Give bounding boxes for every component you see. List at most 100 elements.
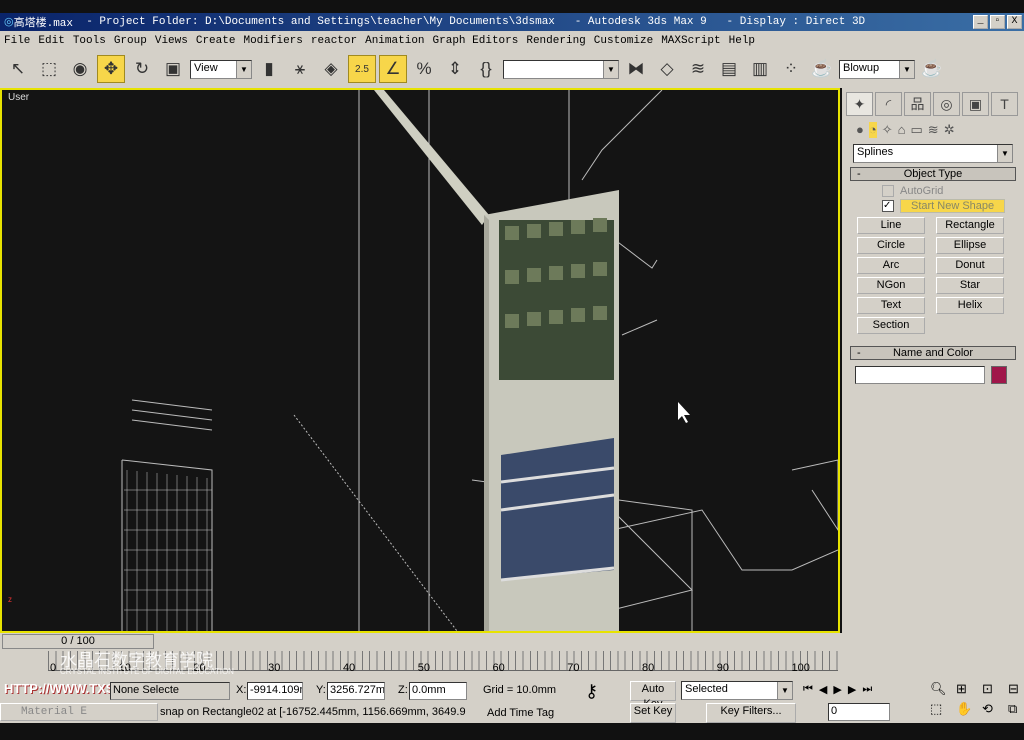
window-crossing-icon[interactable]: ◉ <box>66 55 94 83</box>
object-name-input[interactable] <box>855 366 985 384</box>
star-button[interactable]: Star <box>936 277 1004 294</box>
menu-help[interactable]: Help <box>725 35 759 47</box>
lights-icon[interactable]: ✧ <box>882 122 893 138</box>
align-tool-icon[interactable]: ◇ <box>653 55 681 83</box>
minimized-material-editor[interactable]: Material E <box>0 703 158 721</box>
menu-customize[interactable]: Customize <box>590 35 657 47</box>
arc-button[interactable]: Arc <box>857 257 925 274</box>
render-scene-icon[interactable]: ☕ <box>808 55 836 83</box>
ellipse-button[interactable]: Ellipse <box>936 237 1004 254</box>
snap-toggle-icon[interactable]: 2.5 <box>348 55 376 83</box>
spinner-snap-icon[interactable]: ⇕ <box>441 55 469 83</box>
play-icon[interactable]: ▶ <box>833 683 841 696</box>
move-icon[interactable]: ✥ <box>97 55 125 83</box>
motion-tab-icon[interactable]: ◎ <box>933 92 960 116</box>
reference-coord-dropdown[interactable]: View <box>190 59 252 79</box>
selection-status: None Selecte <box>110 682 230 700</box>
pan-icon[interactable]: ✋ <box>956 701 978 717</box>
start-new-shape-label[interactable]: Start New Shape <box>900 199 1006 213</box>
z-coord-input[interactable]: 0.0mm <box>409 682 467 700</box>
percent-snap-icon[interactable]: % <box>410 55 438 83</box>
ngon-button[interactable]: NGon <box>857 277 925 294</box>
menu-rendering[interactable]: Rendering <box>522 35 589 47</box>
material-editor-icon[interactable]: ⁘ <box>777 55 805 83</box>
prev-frame-icon[interactable]: ◀ <box>819 683 827 696</box>
pivot-icon[interactable]: ▮ <box>255 55 283 83</box>
menu-group[interactable]: Group <box>110 35 151 47</box>
restore-button[interactable]: ▫ <box>990 15 1005 29</box>
mirror-icon[interactable]: ⧓ <box>622 55 650 83</box>
geometry-icon[interactable]: ● <box>856 122 864 138</box>
rectangle-button[interactable]: Rectangle <box>936 217 1004 234</box>
cameras-icon[interactable]: ⌂ <box>898 122 906 138</box>
shapes-icon[interactable]: ◔ <box>868 122 877 138</box>
menu-maxscript[interactable]: MAXScript <box>657 35 724 47</box>
menu-views[interactable]: Views <box>151 35 192 47</box>
curve-editor-icon[interactable]: ▤ <box>715 55 743 83</box>
create-tab-icon[interactable]: ✦ <box>846 92 873 116</box>
modify-tab-icon[interactable]: ◜ <box>875 92 902 116</box>
set-key-button[interactable]: Set Key <box>630 703 676 723</box>
schematic-view-icon[interactable]: ▥ <box>746 55 774 83</box>
scale-icon[interactable]: ▣ <box>159 55 187 83</box>
hierarchy-tab-icon[interactable]: 品 <box>904 92 931 116</box>
select-icon[interactable]: ↖ <box>4 55 32 83</box>
x-coord-input[interactable]: -9914.109r <box>247 682 303 700</box>
menu-reactor[interactable]: reactor <box>307 35 361 47</box>
name-and-color-rollout[interactable]: - Name and Color <box>850 346 1016 360</box>
menu-tools[interactable]: Tools <box>69 35 110 47</box>
auto-key-button[interactable]: Auto Key <box>630 681 676 710</box>
maximize-viewport-icon[interactable]: ⧉ <box>1008 701 1024 717</box>
object-color-swatch[interactable] <box>991 366 1007 384</box>
axis-constraint-icon[interactable]: ⚹ <box>286 55 314 83</box>
current-frame-input[interactable]: 0 <box>828 703 890 721</box>
category-dropdown[interactable]: Splines <box>853 144 1013 163</box>
line-button[interactable]: Line <box>857 217 925 234</box>
menu-modifiers[interactable]: Modifiers <box>239 35 306 47</box>
donut-button[interactable]: Donut <box>936 257 1004 274</box>
quick-render-icon[interactable]: ☕ <box>918 55 946 83</box>
zoom-icon[interactable]: 🔍︎ <box>930 681 952 697</box>
zoom-all-icon[interactable]: ⊞ <box>956 681 978 697</box>
orbit-icon[interactable]: ⟲ <box>982 701 1004 717</box>
region-select-icon[interactable]: ⬚ <box>35 55 63 83</box>
helix-button[interactable]: Helix <box>936 297 1004 314</box>
zoom-extents-all-icon[interactable]: ⊟ <box>1008 681 1024 697</box>
systems-icon[interactable]: ✲ <box>944 122 955 138</box>
menu-graph-editors[interactable]: Graph Editors <box>429 35 523 47</box>
add-time-tag[interactable]: Add Time Tag <box>487 707 554 719</box>
angle-snap-icon[interactable]: ∠ <box>379 55 407 83</box>
y-coord-input[interactable]: 3256.727m <box>327 682 385 700</box>
start-new-shape-checkbox[interactable]: ✓ <box>882 200 894 212</box>
key-mode-dropdown[interactable]: Selected <box>681 681 793 700</box>
menu-file[interactable]: File <box>0 35 34 47</box>
render-type-dropdown[interactable]: Blowup <box>839 59 915 79</box>
display-tab-icon[interactable]: ▣ <box>962 92 989 116</box>
text-button[interactable]: Text <box>857 297 925 314</box>
key-icon[interactable]: ⚷ <box>585 681 598 702</box>
key-filters-button[interactable]: Key Filters... <box>706 703 796 723</box>
region-zoom-icon[interactable]: ⬚ <box>930 701 952 717</box>
autogrid-checkbox[interactable] <box>882 185 894 197</box>
edit-named-selection-icon[interactable]: {} <box>472 55 500 83</box>
viewport-user[interactable]: User z <box>0 88 840 633</box>
menu-edit[interactable]: Edit <box>34 35 68 47</box>
utilities-tab-icon[interactable]: T <box>991 92 1018 116</box>
spacewarps-icon[interactable]: ≋ <box>928 122 939 138</box>
zoom-extents-icon[interactable]: ⊡ <box>982 681 1004 697</box>
section-button[interactable]: Section <box>857 317 925 334</box>
close-button[interactable]: X <box>1007 15 1022 29</box>
rotate-icon[interactable]: ↻ <box>128 55 156 83</box>
circle-button[interactable]: Circle <box>857 237 925 254</box>
next-frame-icon[interactable]: ▶ <box>848 683 856 696</box>
goto-end-icon[interactable]: ⏭ <box>862 683 872 696</box>
menu-animation[interactable]: Animation <box>361 35 428 47</box>
goto-start-icon[interactable]: ⏮ <box>803 683 813 696</box>
object-type-rollout[interactable]: - Object Type <box>850 167 1016 181</box>
layer-manager-icon[interactable]: ≋ <box>684 55 712 83</box>
helpers-icon[interactable]: ▭ <box>910 122 922 138</box>
menu-create[interactable]: Create <box>192 35 240 47</box>
named-selection-dropdown[interactable] <box>503 59 619 79</box>
align-icon[interactable]: ◈ <box>317 55 345 83</box>
minimize-button[interactable]: _ <box>973 15 988 29</box>
